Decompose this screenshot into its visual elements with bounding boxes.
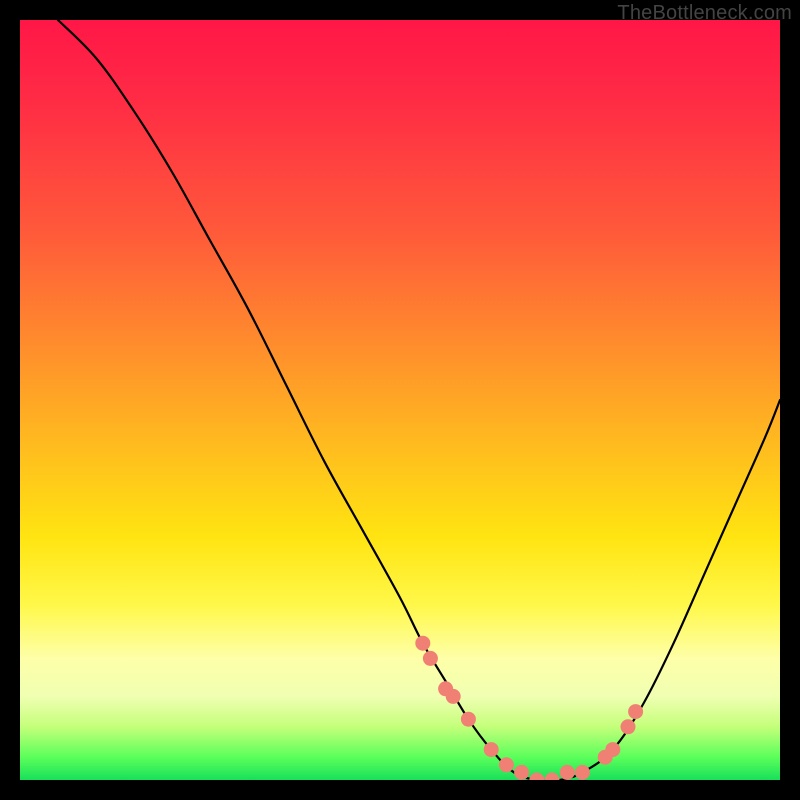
chart-frame xyxy=(20,20,780,780)
attribution-label: TheBottleneck.com xyxy=(617,2,792,25)
gradient-heat-background xyxy=(20,20,780,780)
